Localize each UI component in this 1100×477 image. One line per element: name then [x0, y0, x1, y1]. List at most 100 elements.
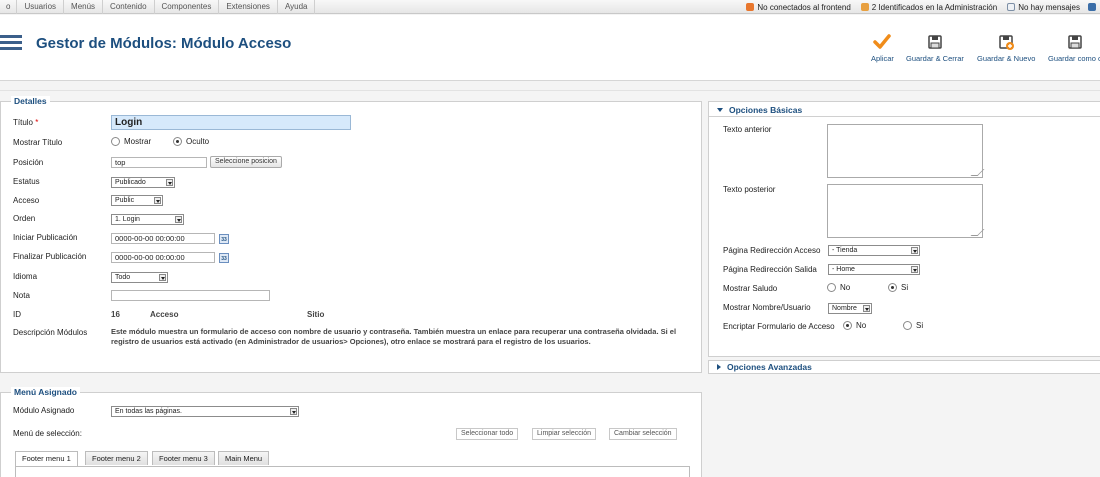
login-redirect-select[interactable]: - Tienda	[828, 245, 920, 256]
access-label: Acceso	[13, 196, 40, 205]
admin-menubar: o Usuarios Menús Contenido Componentes E…	[0, 0, 1100, 14]
note-label: Nota	[13, 291, 30, 300]
menu-item-content[interactable]: Contenido	[103, 0, 155, 14]
module-manager-icon	[0, 35, 22, 57]
tab-panel-left-border	[15, 466, 16, 477]
menu-assignment-legend: Menú Asignado	[11, 387, 80, 397]
publish-down-label: Finalizar Publicación	[13, 252, 87, 261]
title-input[interactable]: Login	[111, 115, 351, 130]
messages-icon	[1007, 3, 1016, 11]
save-copy-button[interactable]: Guardar como c	[1048, 33, 1100, 63]
radio-label: No	[840, 283, 851, 292]
greeting-no-radio[interactable]: No	[827, 283, 850, 292]
chevron-down-icon	[290, 408, 297, 415]
basic-options-panel: Opciones Básicas Texto anterior Texto po…	[708, 101, 1100, 357]
publish-up-label: Iniciar Publicación	[13, 233, 78, 242]
status-select[interactable]: Publicado	[111, 177, 175, 188]
required-marker: *	[35, 118, 39, 127]
logout-redirect-label: Página Redirección Salida	[723, 265, 817, 274]
title-label-row: Título *	[13, 118, 38, 127]
tab-footer-menu-3[interactable]: Footer menu 3	[152, 451, 215, 465]
clear-selection-button[interactable]: Limpiar selección	[532, 428, 597, 440]
tab-panel-right-border	[689, 466, 690, 477]
header-divider	[709, 116, 1100, 117]
radio-label: Si	[916, 321, 924, 330]
chevron-down-icon	[166, 179, 173, 186]
logout-icon[interactable]	[1088, 3, 1096, 11]
posttext-textarea[interactable]	[827, 184, 983, 238]
save-close-label: Guardar & Cerrar	[906, 54, 964, 63]
tab-main-menu[interactable]: Main Menu	[218, 451, 270, 465]
save-new-button[interactable]: Guardar & Nuevo	[977, 33, 1035, 63]
module-assignment-value: En todas las páginas.	[115, 408, 182, 415]
id-value: 16	[111, 310, 120, 319]
menu-item-components[interactable]: Componentes	[155, 0, 220, 14]
select-all-button[interactable]: Seleccionar todo	[456, 428, 519, 440]
status-admin-text: 2 Identificados en la Administración	[871, 2, 998, 12]
advanced-options-header[interactable]: Opciones Avanzadas	[717, 362, 812, 372]
select-position-button[interactable]: Seleccione posicion	[210, 156, 282, 168]
publish-down-input[interactable]: 0000-00-00 00:00:00	[111, 252, 215, 263]
advanced-options-title: Opciones Avanzadas	[727, 362, 812, 372]
calendar-icon[interactable]: 33	[219, 234, 229, 244]
pretext-label: Texto anterior	[723, 125, 772, 134]
chevron-down-icon	[159, 274, 166, 281]
encrypt-yes-radio[interactable]: Si	[903, 321, 923, 330]
chevron-down-icon	[911, 266, 918, 273]
status-messages-text: No hay mensajes	[1018, 2, 1080, 12]
menu-assignment-fieldset: Menú Asignado Módulo Asignado En todas l…	[0, 387, 702, 477]
radio-circle-selected	[888, 283, 897, 292]
menu-item-menus[interactable]: Menús	[64, 0, 104, 14]
details-legend: Detalles	[11, 96, 50, 106]
radio-circle-selected	[843, 321, 852, 330]
menu-item-users[interactable]: Usuarios	[17, 0, 65, 14]
chevron-down-icon	[911, 247, 918, 254]
chevron-down-icon	[175, 216, 182, 223]
save-close-button[interactable]: Guardar & Cerrar	[906, 33, 964, 63]
language-select[interactable]: Todo	[111, 272, 168, 283]
radio-circle	[903, 321, 912, 330]
tab-footer-menu-1[interactable]: Footer menu 1	[15, 451, 78, 466]
show-title-hide-radio[interactable]: Oculto	[173, 137, 209, 146]
show-title-show-radio[interactable]: Mostrar	[111, 137, 151, 146]
publish-up-input[interactable]: 0000-00-00 00:00:00	[111, 233, 215, 244]
apply-label: Aplicar	[871, 54, 894, 63]
menu-selection-label: Menú de selección:	[13, 429, 82, 438]
save-copy-icon	[1068, 35, 1082, 49]
checkmark-icon	[873, 34, 892, 49]
menu-item-extensions[interactable]: Extensiones	[219, 0, 278, 14]
status-frontend-text: No conectados al frontend	[757, 2, 851, 12]
status-select-value: Publicado	[115, 179, 146, 186]
pretext-textarea[interactable]	[827, 124, 983, 178]
access-select[interactable]: Public	[111, 195, 163, 206]
apply-button[interactable]: Aplicar	[871, 33, 894, 63]
save-new-icon	[999, 35, 1015, 50]
access-select-value: Public	[115, 197, 135, 204]
tabs-baseline	[15, 466, 690, 467]
title-label: Título	[13, 118, 34, 127]
calendar-icon[interactable]: 33	[219, 253, 229, 263]
encrypt-no-radio[interactable]: No	[843, 321, 866, 330]
module-type: Acceso	[150, 310, 179, 319]
toggle-selection-button[interactable]: Cambiar selección	[609, 428, 677, 440]
tab-footer-menu-2[interactable]: Footer menu 2	[85, 451, 148, 465]
logout-redirect-select[interactable]: - Home	[828, 264, 920, 275]
status-frontend[interactable]: No conectados al frontend	[746, 2, 851, 12]
menu-item-site[interactable]: o	[0, 0, 18, 14]
menu-item-help[interactable]: Ayuda	[278, 0, 316, 14]
basic-options-header[interactable]: Opciones Básicas	[717, 105, 802, 115]
header-separator	[0, 90, 1100, 91]
greeting-yes-radio[interactable]: Si	[888, 283, 908, 292]
radio-circle	[827, 283, 836, 292]
main-menu: o Usuarios Menús Contenido Componentes E…	[0, 0, 316, 14]
order-select[interactable]: 1. Login	[111, 214, 184, 225]
radio-circle-selected	[173, 137, 182, 146]
status-messages[interactable]: No hay mensajes	[1007, 3, 1096, 12]
status-admin[interactable]: 2 Identificados en la Administración	[860, 2, 998, 12]
page-header: Gestor de Módulos: Módulo Acceso Aplicar…	[0, 15, 1100, 81]
module-assignment-select[interactable]: En todas las páginas.	[111, 406, 299, 417]
name-select[interactable]: Nombre	[828, 303, 872, 314]
login-redirect-label: Página Redirección Acceso	[723, 246, 821, 255]
position-input[interactable]: top	[111, 157, 207, 168]
note-input[interactable]	[111, 290, 270, 301]
